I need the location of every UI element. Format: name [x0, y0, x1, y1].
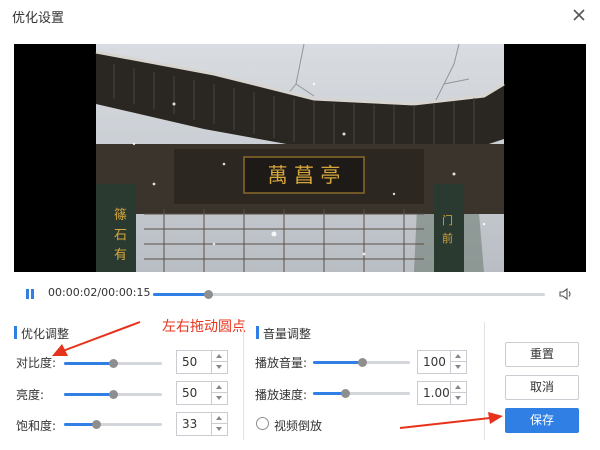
increment-icon[interactable] [212, 413, 227, 424]
dialog-title: 优化设置 [12, 11, 65, 26]
increment-icon[interactable] [451, 351, 466, 362]
progress-fill [153, 293, 208, 296]
saturation-stepper[interactable]: 33 [176, 412, 228, 436]
volume-icon[interactable] [558, 286, 574, 302]
brightness-slider[interactable] [64, 390, 162, 399]
decrement-icon[interactable] [451, 362, 466, 373]
audio-section-title: 音量调整 [255, 326, 312, 341]
optimize-section-title: 优化调整 [13, 326, 70, 341]
close-icon[interactable] [570, 6, 588, 24]
playback-bar: 00:00:02/00:00:15 [14, 280, 586, 308]
arrowhead-icon [488, 412, 503, 424]
stepper-arrows [450, 382, 466, 404]
svg-text:石: 石 [114, 228, 127, 243]
volume-slider[interactable] [313, 358, 410, 367]
pavilion-video-frame: 萬 菖 亭 篠 石 有 门 前 [14, 44, 586, 272]
video-preview: 萬 菖 亭 篠 石 有 门 前 [14, 44, 586, 272]
contrast-slider[interactable] [64, 359, 162, 368]
progress-handle[interactable] [203, 290, 213, 299]
cancel-button[interactable]: 取消 [505, 375, 579, 400]
speed-label: 播放速度: [255, 388, 308, 402]
volume-value[interactable]: 100 [423, 355, 446, 369]
pause-icon[interactable] [24, 288, 36, 300]
timecode: 00:00:02/00:00:15 [48, 286, 151, 299]
stepper-arrows [211, 413, 227, 435]
contrast-value[interactable]: 50 [182, 355, 197, 369]
slider-handle[interactable] [341, 389, 350, 398]
decrement-icon[interactable] [451, 393, 466, 404]
section-divider [243, 322, 244, 440]
decrement-icon[interactable] [212, 393, 227, 404]
svg-text:门: 门 [442, 213, 453, 227]
decrement-icon[interactable] [212, 362, 227, 373]
speed-stepper[interactable]: 1.00 [417, 381, 467, 405]
brightness-label: 亮度: [16, 388, 45, 402]
slider-fill [64, 393, 113, 396]
volume-label: 播放音量: [255, 356, 308, 370]
brightness-stepper[interactable]: 50 [176, 381, 228, 405]
saturation-label: 饱和度: [16, 419, 57, 433]
arrow-to-save [399, 417, 491, 429]
annotation-text: 左右拖动圆点 [162, 319, 246, 335]
saturation-value[interactable]: 33 [182, 417, 197, 431]
increment-icon[interactable] [212, 351, 227, 362]
speed-value[interactable]: 1.00 [423, 386, 450, 400]
svg-text:有: 有 [114, 248, 127, 263]
slider-handle[interactable] [109, 390, 118, 399]
stepper-arrows [450, 351, 466, 373]
increment-icon[interactable] [451, 382, 466, 393]
save-button[interactable]: 保存 [505, 408, 579, 433]
slider-handle[interactable] [92, 420, 102, 429]
slider-fill [64, 362, 113, 365]
svg-text:篠: 篠 [114, 208, 127, 223]
svg-text:前: 前 [442, 231, 453, 245]
contrast-label: 对比度: [16, 356, 57, 370]
speed-slider[interactable] [313, 389, 410, 398]
increment-icon[interactable] [212, 382, 227, 393]
arrow-to-contrast [59, 321, 141, 353]
reverse-video-label: 视频倒放 [274, 419, 323, 433]
brightness-value[interactable]: 50 [182, 386, 197, 400]
decrement-icon[interactable] [212, 424, 227, 435]
slider-fill [313, 361, 362, 364]
contrast-stepper[interactable]: 50 [176, 350, 228, 374]
volume-stepper[interactable]: 100 [417, 350, 467, 374]
svg-text:萬 菖 亭: 萬 菖 亭 [268, 163, 341, 187]
section-divider [484, 322, 485, 440]
reset-button[interactable]: 重置 [505, 342, 579, 367]
slider-handle[interactable] [357, 358, 367, 367]
reverse-video-radio[interactable] [256, 417, 269, 430]
stepper-arrows [211, 351, 227, 373]
playback-progress[interactable] [153, 290, 545, 299]
stepper-arrows [211, 382, 227, 404]
slider-handle[interactable] [109, 359, 118, 368]
dialog-titlebar: 优化设置 [0, 0, 600, 32]
saturation-slider[interactable] [64, 420, 162, 429]
